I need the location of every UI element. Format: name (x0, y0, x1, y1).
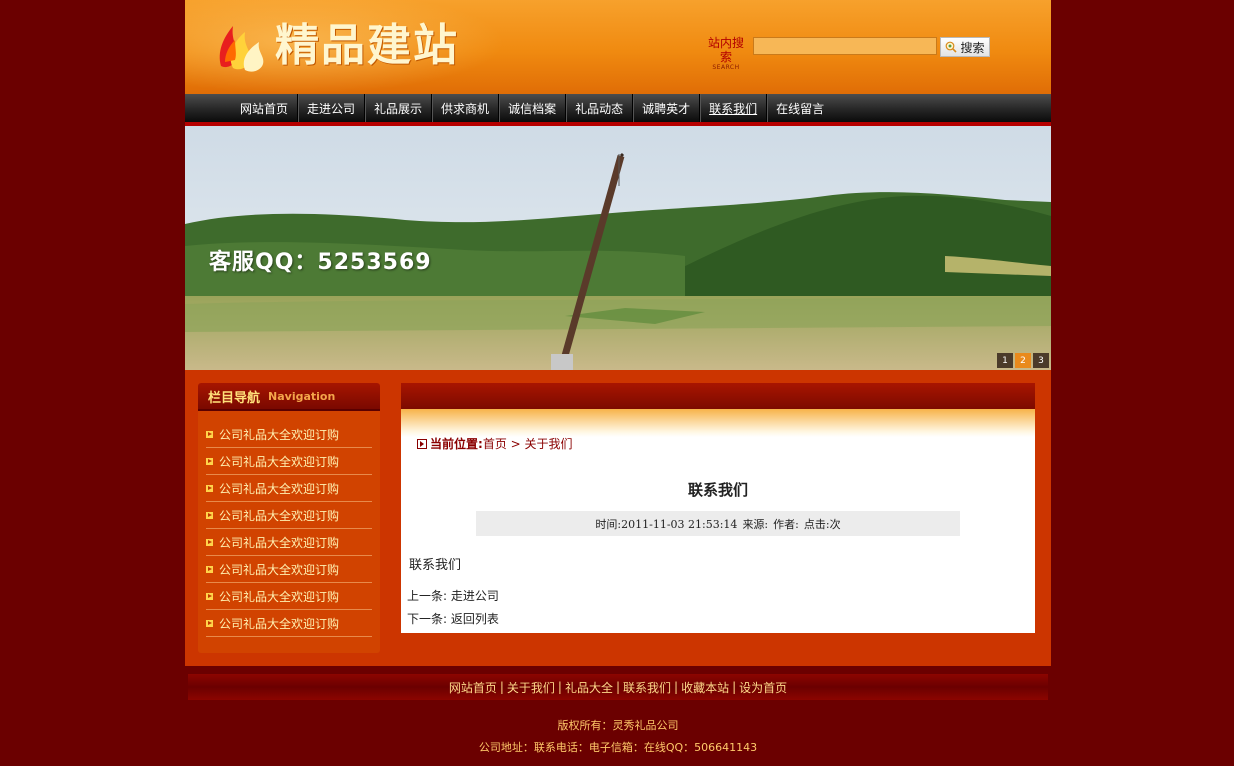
site-logo-text[interactable]: 精品建站 (275, 18, 459, 74)
nav-item-credit-files[interactable]: 诚信档案 (499, 94, 567, 122)
article-title: 联系我们 (687, 481, 748, 499)
banner-page-3[interactable]: 3 (1033, 353, 1049, 368)
prev-article-link[interactable]: 走进公司 (451, 589, 499, 603)
banner-page-1[interactable]: 1 (997, 353, 1013, 368)
bullet-icon (206, 565, 213, 573)
next-label: 下一条: (407, 612, 448, 626)
breadcrumb-path[interactable]: 首页 > 关于我们 (483, 435, 573, 452)
sidebar-item[interactable]: 公司礼品大全欢迎订购 (206, 448, 372, 475)
main-nav: 网站首页 走进公司 礼品展示 供求商机 诚信档案 礼品动态 诚聘英才 联系我们 … (185, 94, 1051, 126)
prev-label: 上一条: (407, 589, 448, 603)
meta-time-label: 时间: (595, 517, 622, 531)
bullet-icon (206, 511, 213, 519)
banner-caption: 客服QQ：5253569 (209, 250, 432, 275)
sidebar-item[interactable]: 公司礼品大全欢迎订购 (206, 583, 372, 610)
banner-pager: 1 2 3 (997, 353, 1049, 368)
nav-item-about-company[interactable]: 走进公司 (298, 94, 366, 122)
search-input[interactable] (753, 37, 937, 55)
meta-time: 2011-11-03 21:53:14 (621, 517, 738, 531)
banner-slideshow[interactable]: 客服QQ：5253569 1 2 3 (185, 126, 1051, 370)
bullet-icon (206, 484, 213, 492)
site-header: 精品建站 站内搜索 SEARCH 搜索 (185, 0, 1051, 94)
nav-item-contact[interactable]: 联系我们 (700, 94, 768, 122)
article-meta: 时间:2011-11-03 21:53:14 来源: 作者: 点击:次 (476, 511, 960, 536)
meta-author-label: 作者: (773, 517, 799, 531)
arrow-right-icon (417, 438, 427, 449)
meta-clicks-label: 点击: (803, 517, 830, 531)
next-article-link[interactable]: 返回列表 (451, 612, 499, 626)
sidebar-item[interactable]: 公司礼品大全欢迎订购 (206, 610, 372, 637)
footer-link-gifts[interactable]: 礼品大全 (565, 679, 613, 696)
bullet-icon (206, 592, 213, 600)
article-panel: 当前位置: 首页 > 关于我们 联系我们 时间:2011-11-03 21:53… (401, 383, 1035, 633)
footer-link-about[interactable]: 关于我们 (507, 679, 555, 696)
search-button[interactable]: 搜索 (940, 37, 990, 57)
nav-item-gift-news[interactable]: 礼品动态 (566, 94, 634, 122)
bullet-icon (206, 619, 213, 627)
bullet-icon (206, 457, 213, 465)
search-label: 站内搜索 SEARCH (703, 36, 749, 71)
article-body: 联系我们 (409, 558, 462, 573)
bullet-icon (206, 538, 213, 546)
sidebar-item[interactable]: 公司礼品大全欢迎订购 (206, 502, 372, 529)
flame-logo-icon (219, 26, 264, 72)
footer-link-contact[interactable]: 联系我们 (623, 679, 671, 696)
sidebar: 栏目导航 Navigation 公司礼品大全欢迎订购 公司礼品大全欢迎订购 公司… (198, 383, 380, 653)
sidebar-header: 栏目导航 Navigation (198, 383, 380, 411)
search-label-cn: 站内搜索 (707, 36, 744, 64)
footer-link-bookmark[interactable]: 收藏本站 (681, 679, 729, 696)
footer-link-home[interactable]: 网站首页 (449, 679, 497, 696)
search-label-en: SEARCH (712, 64, 740, 71)
sidebar-item[interactable]: 公司礼品大全欢迎订购 (206, 556, 372, 583)
search-button-label: 搜索 (960, 40, 985, 55)
sidebar-title-en: Navigation (268, 389, 336, 403)
nav-item-gifts[interactable]: 礼品展示 (365, 94, 433, 122)
footer-contact: 公司地址：联系电话：电子信箱：在线QQ：506641143 (478, 741, 758, 754)
nav-item-careers[interactable]: 诚聘英才 (633, 94, 701, 122)
nav-item-supply-demand[interactable]: 供求商机 (432, 94, 500, 122)
next-article: 下一条: 返回列表 (407, 610, 499, 627)
meta-source-label: 来源: (742, 517, 769, 531)
footer-link-set-homepage[interactable]: 设为首页 (739, 679, 787, 696)
meta-clicks-unit: 次 (829, 517, 841, 531)
nav-item-message[interactable]: 在线留言 (767, 94, 833, 122)
sidebar-list: 公司礼品大全欢迎订购 公司礼品大全欢迎订购 公司礼品大全欢迎订购 公司礼品大全欢… (198, 421, 380, 637)
nav-item-home[interactable]: 网站首页 (231, 94, 299, 122)
article-panel-header (401, 383, 1035, 409)
footer-links: 网站首页 | 关于我们 | 礼品大全 | 联系我们 | 收藏本站 | 设为首页 (188, 674, 1048, 700)
sidebar-title: 栏目导航 (208, 390, 261, 406)
sidebar-item[interactable]: 公司礼品大全欢迎订购 (206, 421, 372, 448)
banner-page-2[interactable]: 2 (1015, 353, 1031, 368)
bullet-icon (206, 430, 213, 438)
footer-copyright: 版权所有：灵秀礼品公司 (557, 719, 679, 732)
breadcrumb-label: 当前位置: (430, 437, 483, 451)
breadcrumb: 当前位置: 首页 > 关于我们 (417, 435, 573, 452)
prev-article: 上一条: 走进公司 (407, 587, 499, 604)
magnifier-icon (946, 41, 958, 53)
sidebar-item[interactable]: 公司礼品大全欢迎订购 (206, 529, 372, 556)
sidebar-item[interactable]: 公司礼品大全欢迎订购 (206, 475, 372, 502)
